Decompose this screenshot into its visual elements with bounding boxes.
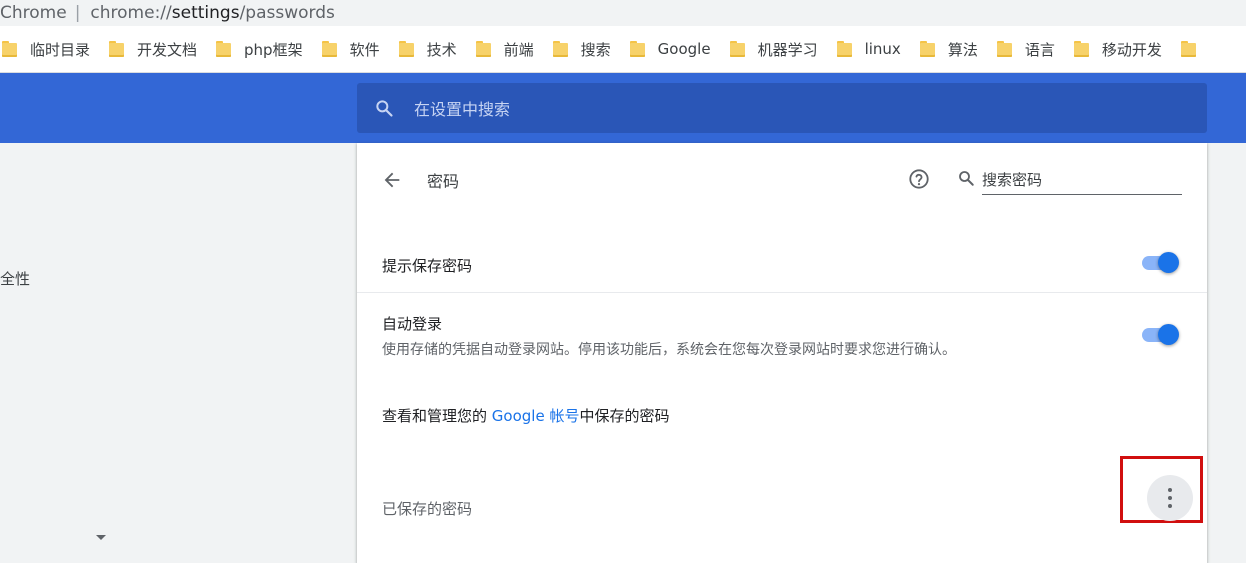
bookmark-label: php框架	[244, 40, 303, 59]
bookmark-folder[interactable]	[1179, 26, 1209, 72]
more-actions-button[interactable]	[1147, 475, 1193, 521]
saved-passwords-heading: 已保存的密码	[382, 500, 473, 518]
settings-search-input[interactable]: 在设置中搜索	[357, 83, 1207, 133]
bookmark-label: 移动开发	[1101, 40, 1162, 59]
bookmark-label: 前端	[503, 40, 534, 59]
password-search-input[interactable]	[982, 165, 1182, 195]
bookmark-folder[interactable]: 开发文档	[107, 26, 198, 72]
manage-suffix: 中保存的密码	[579, 407, 670, 425]
manage-prefix: 查看和管理您的	[382, 407, 492, 425]
offer-to-save-label: 提示保存密码	[382, 257, 473, 275]
help-icon[interactable]	[908, 168, 930, 190]
more-vert-icon	[1168, 486, 1172, 510]
toggle-knob	[1158, 252, 1179, 273]
folder-icon	[552, 41, 568, 57]
search-icon	[376, 100, 393, 117]
folder-icon	[216, 41, 232, 57]
bookmark-label: 算法	[947, 40, 978, 59]
bookmark-label: 语言	[1024, 40, 1055, 59]
bookmark-label: 临时目录	[30, 40, 91, 59]
google-account-link[interactable]: Google 帐号	[492, 407, 580, 425]
url-prefix: chrome://	[90, 3, 172, 23]
back-arrow-icon[interactable]	[381, 169, 403, 191]
folder-icon	[398, 41, 414, 57]
folder-icon	[919, 41, 935, 57]
bookmark-folder[interactable]: php框架	[214, 26, 303, 72]
manage-passwords-text: 查看和管理您的 Google 帐号中保存的密码	[382, 405, 669, 426]
search-icon	[959, 171, 974, 186]
offer-to-save-toggle[interactable]	[1140, 250, 1180, 274]
auto-signin-description: 使用存储的凭据自动登录网站。停用该功能后，系统会在您每次登录网站时要求您进行确认…	[382, 342, 956, 358]
sidebar-item-security[interactable]: 安全性	[0, 268, 30, 289]
folder-icon	[1180, 41, 1196, 57]
bookmark-label: 技术	[426, 40, 457, 59]
toggle-knob	[1158, 324, 1179, 345]
bookmark-label: 软件	[349, 40, 380, 59]
page-title: 密码	[427, 172, 460, 191]
folder-icon	[629, 41, 645, 57]
password-search	[957, 165, 1182, 195]
folder-icon	[109, 41, 125, 57]
bookmark-folder[interactable]: Google	[628, 26, 711, 72]
offer-to-save-row: 提示保存密码	[357, 239, 1207, 293]
folder-icon	[729, 41, 745, 57]
url-host: settings	[171, 3, 240, 23]
url-text[interactable]: chrome://settings/passwords	[90, 3, 334, 23]
bookmark-folder[interactable]: 移动开发	[1072, 26, 1162, 72]
folder-icon	[2, 41, 17, 57]
folder-icon	[1073, 41, 1089, 57]
site-label: Chrome	[0, 3, 67, 23]
sidebar-advanced-arrow-icon[interactable]	[96, 535, 106, 540]
bookmark-label: Google	[657, 40, 711, 58]
bookmark-folder[interactable]: linux	[835, 26, 901, 72]
folder-icon	[475, 41, 491, 57]
url-separator: |	[74, 3, 81, 23]
passwords-card: 密码 提示保存密码 自动登录 使用存储的凭据自动登录网站。停用该功能后，系统会在…	[357, 143, 1207, 563]
bookmark-label: 机器学习	[757, 40, 818, 59]
bookmark-folder[interactable]: 技术	[397, 26, 457, 72]
url-path: /passwords	[239, 3, 335, 23]
bookmark-folder[interactable]: 算法	[918, 26, 978, 72]
folder-icon	[836, 41, 852, 57]
bookmark-label: 开发文档	[137, 40, 198, 59]
bookmark-label: 搜索	[580, 40, 611, 59]
address-bar[interactable]: Chrome | chrome://settings/passwords	[0, 0, 1246, 26]
highlight-box	[1120, 456, 1203, 523]
settings-header: 在设置中搜索	[0, 73, 1246, 143]
bookmark-folder[interactable]: 软件	[320, 26, 380, 72]
bookmark-folder[interactable]: 搜索	[551, 26, 611, 72]
bookmark-folder[interactable]: 机器学习	[728, 26, 818, 72]
bookmarks-bar: 临时目录 开发文档 php框架 软件 技术 前端 搜索 Google 机器学习 …	[0, 26, 1246, 73]
bookmark-folder[interactable]: 前端	[474, 26, 534, 72]
passwords-toolbar: 密码	[357, 143, 1207, 215]
settings-search-placeholder: 在设置中搜索	[414, 100, 511, 119]
folder-icon	[321, 41, 337, 57]
auto-signin-toggle[interactable]	[1140, 322, 1180, 346]
bookmark-folder[interactable]: 语言	[995, 26, 1055, 72]
bookmark-folder[interactable]: 临时目录	[0, 26, 91, 72]
folder-icon	[996, 41, 1012, 57]
auto-signin-label: 自动登录	[382, 315, 443, 333]
bookmark-label: linux	[864, 40, 901, 58]
